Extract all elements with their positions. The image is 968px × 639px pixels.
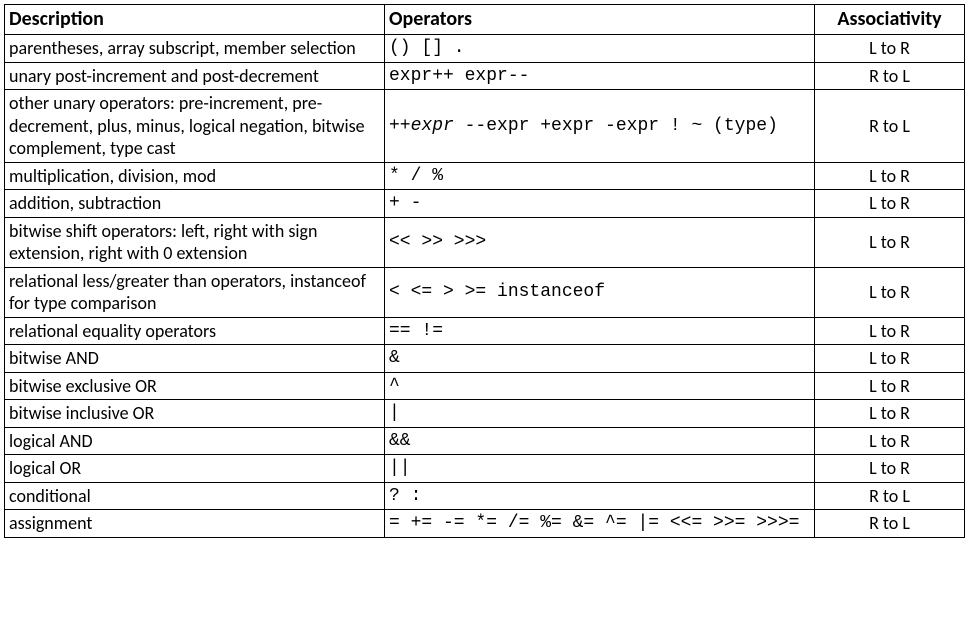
cell-associativity: L to R [815, 317, 965, 345]
cell-description: multiplication, division, mod [5, 162, 385, 190]
cell-description: addition, subtraction [5, 190, 385, 218]
cell-associativity: L to R [815, 267, 965, 317]
cell-associativity: R to L [815, 482, 965, 510]
cell-operators: = += -= *= /= %= &= ^= |= <<= >>= >>>= [385, 510, 815, 538]
cell-operators: | [385, 400, 815, 428]
table-row: logical AND && L to R [5, 427, 965, 455]
cell-description: conditional [5, 482, 385, 510]
table-row: other unary operators: pre-increment, pr… [5, 90, 965, 163]
cell-associativity: L to R [815, 162, 965, 190]
cell-description: other unary operators: pre-increment, pr… [5, 90, 385, 163]
table-row: assignment = += -= *= /= %= &= ^= |= <<=… [5, 510, 965, 538]
table-row: parentheses, array subscript, member sel… [5, 35, 965, 63]
table-row: bitwise shift operators: left, right wit… [5, 217, 965, 267]
cell-description: relational equality operators [5, 317, 385, 345]
table-row: relational equality operators == != L to… [5, 317, 965, 345]
cell-description: logical OR [5, 455, 385, 483]
cell-associativity: L to R [815, 345, 965, 373]
cell-associativity: L to R [815, 400, 965, 428]
header-operators: Operators [385, 5, 815, 35]
cell-operators: * / % [385, 162, 815, 190]
table-row: unary post-increment and post-decrement … [5, 62, 965, 90]
cell-description: logical AND [5, 427, 385, 455]
cell-operators: || [385, 455, 815, 483]
cell-operators: == != [385, 317, 815, 345]
cell-operators: & [385, 345, 815, 373]
cell-associativity: L to R [815, 190, 965, 218]
table-row: logical OR || L to R [5, 455, 965, 483]
cell-operators: < <= > >= instanceof [385, 267, 815, 317]
cell-operators: expr++ expr-- [385, 62, 815, 90]
cell-description: unary post-increment and post-decrement [5, 62, 385, 90]
table-row: relational less/greater than operators, … [5, 267, 965, 317]
cell-associativity: L to R [815, 427, 965, 455]
cell-description: assignment [5, 510, 385, 538]
cell-description: bitwise exclusive OR [5, 372, 385, 400]
cell-description: bitwise inclusive OR [5, 400, 385, 428]
table-row: multiplication, division, mod * / % L to… [5, 162, 965, 190]
cell-associativity: R to L [815, 90, 965, 163]
cell-associativity: L to R [815, 372, 965, 400]
cell-operators: << >> >>> [385, 217, 815, 267]
cell-associativity: L to R [815, 217, 965, 267]
header-description: Description [5, 5, 385, 35]
table-row: bitwise AND & L to R [5, 345, 965, 373]
operator-precedence-table: Description Operators Associativity pare… [4, 4, 965, 538]
table-row: bitwise exclusive OR ^ L to R [5, 372, 965, 400]
cell-associativity: R to L [815, 62, 965, 90]
cell-operators: + - [385, 190, 815, 218]
cell-operators: () [] . [385, 35, 815, 63]
table-row: conditional ? : R to L [5, 482, 965, 510]
table-row: bitwise inclusive OR | L to R [5, 400, 965, 428]
cell-description: bitwise AND [5, 345, 385, 373]
cell-associativity: R to L [815, 510, 965, 538]
cell-operators: ^ [385, 372, 815, 400]
cell-associativity: L to R [815, 455, 965, 483]
cell-description: bitwise shift operators: left, right wit… [5, 217, 385, 267]
operators-rest-segment: --expr +expr -expr ! ~ (type) [454, 116, 778, 136]
cell-operators: ++expr --expr +expr -expr ! ~ (type) [385, 90, 815, 163]
cell-operators: ? : [385, 482, 815, 510]
cell-operators: && [385, 427, 815, 455]
table-header-row: Description Operators Associativity [5, 5, 965, 35]
cell-description: parentheses, array subscript, member sel… [5, 35, 385, 63]
table-row: addition, subtraction + - L to R [5, 190, 965, 218]
cell-description: relational less/greater than operators, … [5, 267, 385, 317]
header-associativity: Associativity [815, 5, 965, 35]
cell-associativity: L to R [815, 35, 965, 63]
operators-italic-segment: ++expr [389, 116, 454, 136]
